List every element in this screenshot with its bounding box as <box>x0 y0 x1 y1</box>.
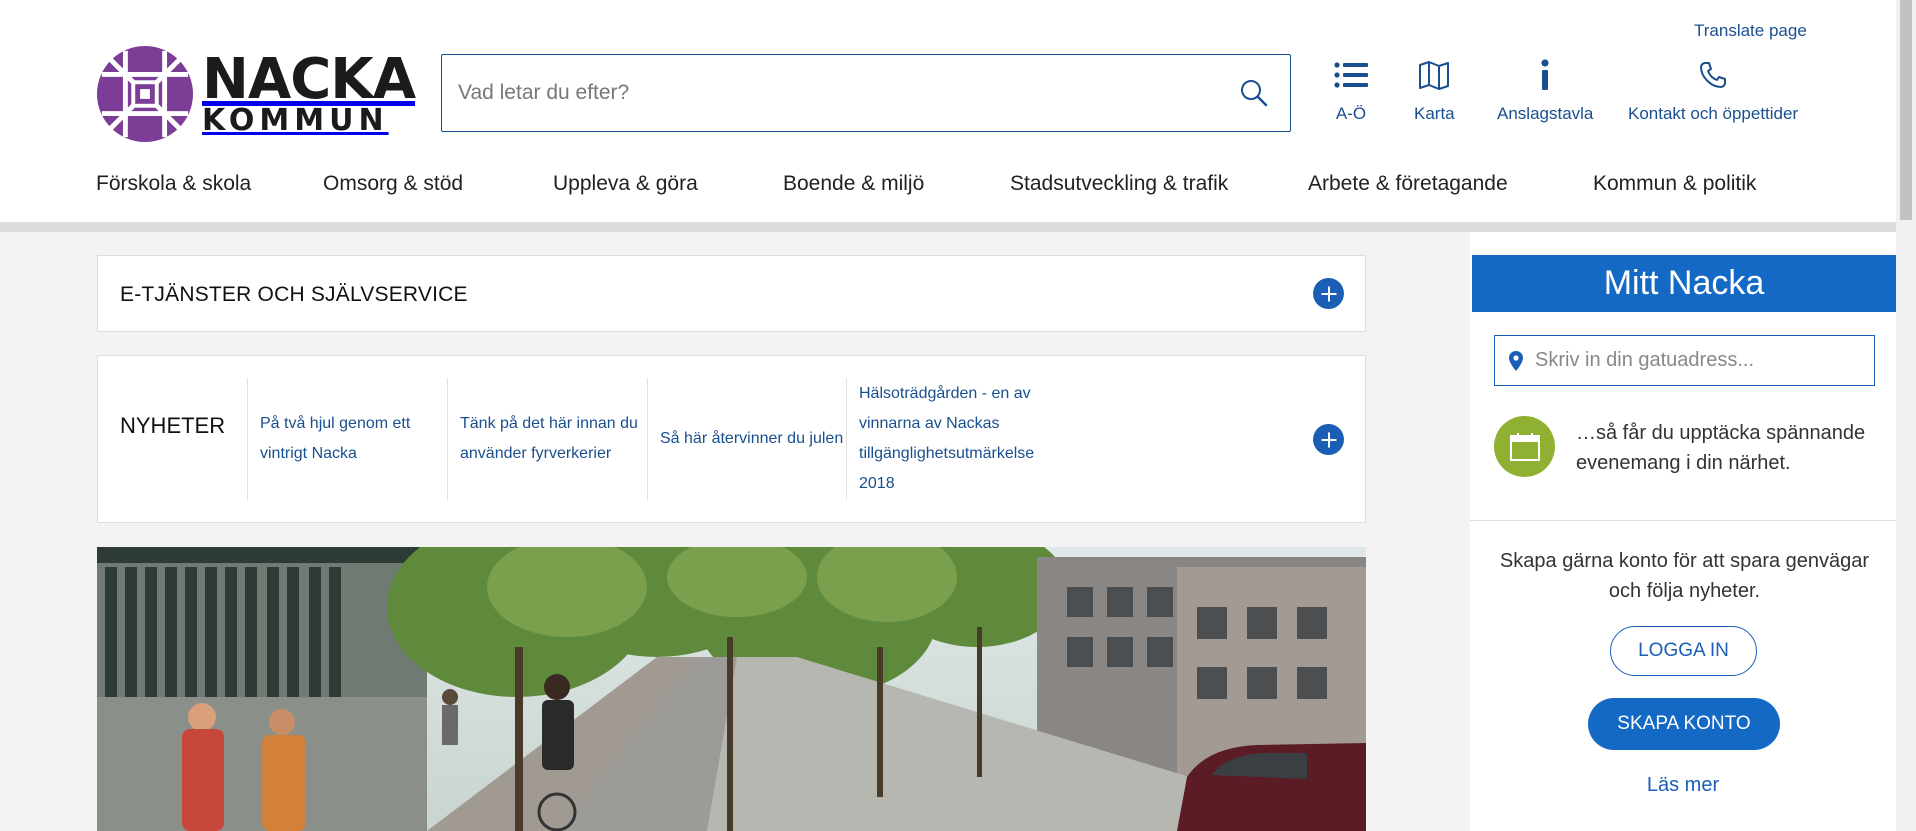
quick-link-label: Karta <box>1414 104 1455 123</box>
expand-plus-icon[interactable] <box>1313 278 1344 309</box>
read-more-link[interactable]: Läs mer <box>1470 774 1896 797</box>
quick-link-anslagstavla[interactable]: Anslagstavla <box>1497 58 1593 124</box>
news-link[interactable]: Tänk på det här innan du använder fyrver… <box>460 409 647 469</box>
nacka-kommun-logo[interactable]: NACKA KOMMUN <box>96 45 416 143</box>
street-scene-illustration <box>97 547 1366 831</box>
translate-page-link[interactable]: Translate page <box>1694 21 1807 41</box>
quick-link-a-o[interactable]: A-Ö <box>1334 58 1368 124</box>
nav-item-boende-miljo[interactable]: Boende & miljö <box>783 172 1010 212</box>
nav-item-uppleva-gora[interactable]: Uppleva & göra <box>553 172 783 212</box>
address-search-box <box>1494 335 1875 386</box>
nav-divider <box>0 222 1896 232</box>
nav-item-stadsutveckling-trafik[interactable]: Stadsutveckling & trafik <box>1010 172 1308 212</box>
info-icon <box>1528 58 1562 92</box>
create-account-button[interactable]: SKAPA KONTO <box>1588 698 1780 750</box>
expand-plus-icon[interactable] <box>1313 424 1344 455</box>
nav-item-kommun-politik[interactable]: Kommun & politik <box>1593 172 1773 212</box>
search-box <box>441 54 1291 132</box>
news-title: NYHETER <box>120 413 226 438</box>
sidebar-divider <box>1470 520 1896 521</box>
eservices-title: E-TJÄNSTER OCH SJÄLVSERVICE <box>120 283 468 306</box>
scrollbar-thumb[interactable] <box>1900 0 1912 220</box>
logo-name: NACKA <box>202 47 416 112</box>
news-link[interactable]: Hälsoträdgården - en av vinnarna av Nack… <box>859 379 1046 499</box>
quick-link-label: A-Ö <box>1335 104 1367 123</box>
site-header: Translate page NACKA KOMMUN Vad letar du… <box>0 0 1896 222</box>
news-item: På två hjul genom ett vintrigt Nacka <box>247 378 447 500</box>
login-button[interactable]: LOGGA IN <box>1610 626 1757 676</box>
nacka-emblem-icon <box>96 45 194 143</box>
calendar-badge <box>1494 416 1555 477</box>
news-panel: NYHETER På två hjul genom ett vintrigt N… <box>97 355 1366 523</box>
calendar-icon <box>1509 432 1540 461</box>
news-link[interactable]: På två hjul genom ett vintrigt Nacka <box>260 409 447 469</box>
main-navigation: Förskola & skola Omsorg & stöd Uppleva &… <box>96 172 1773 212</box>
hero-image[interactable] <box>97 547 1366 831</box>
news-item: Så här återvinner du julen <box>647 378 846 500</box>
search-icon[interactable] <box>1238 77 1270 109</box>
address-input[interactable] <box>1535 336 1865 384</box>
nav-item-omsorg-stod[interactable]: Omsorg & stöd <box>323 172 553 212</box>
quick-link-label: Anslagstavla <box>1497 104 1594 123</box>
news-item: Tänk på det här innan du använder fyrver… <box>447 378 647 500</box>
news-link[interactable]: Så här återvinner du julen <box>660 424 843 454</box>
map-icon <box>1417 58 1451 92</box>
nav-item-arbete-foretagande[interactable]: Arbete & företagande <box>1308 172 1593 212</box>
quick-link-kontakt[interactable]: Kontakt och öppettider <box>1628 58 1798 124</box>
account-text: Skapa gärna konto för att spara genvägar… <box>1499 550 1870 602</box>
page-scrollbar[interactable] <box>1896 0 1916 831</box>
sidebar-title: Mitt Nacka <box>1472 255 1896 312</box>
logo-sub: KOMMUN <box>202 103 389 138</box>
list-icon <box>1334 58 1368 92</box>
sidebar-teaser: …så får du upptäcka spännande evenemang … <box>1576 422 1866 474</box>
eservices-panel[interactable]: E-TJÄNSTER OCH SJÄLVSERVICE <box>97 255 1366 332</box>
location-pin-icon <box>1509 351 1523 371</box>
mitt-nacka-sidebar: Mitt Nacka …så får du upptäcka spännande… <box>1470 232 1896 831</box>
search-input[interactable] <box>458 55 1218 130</box>
news-item: Hälsoträdgården - en av vinnarna av Nack… <box>846 378 1046 500</box>
quick-link-label: Kontakt och öppettider <box>1628 104 1799 123</box>
phone-icon <box>1696 58 1730 92</box>
nav-item-forskola-skola[interactable]: Förskola & skola <box>96 172 323 212</box>
quick-link-karta[interactable]: Karta <box>1414 58 1455 124</box>
